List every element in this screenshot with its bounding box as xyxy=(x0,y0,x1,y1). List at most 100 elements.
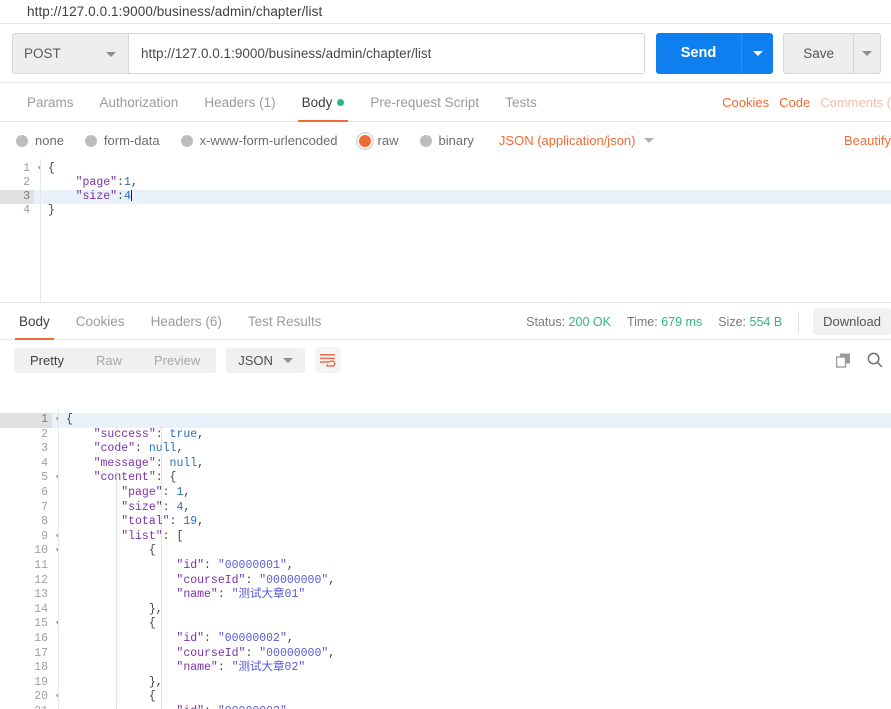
response-tab-headers[interactable]: Headers (6) xyxy=(138,303,235,339)
line-number: 15 xyxy=(0,617,52,632)
code-text: { xyxy=(66,617,156,631)
response-gutter-divider xyxy=(58,409,59,709)
line-number: 7 xyxy=(0,500,52,516)
response-tab-cookies[interactable]: Cookies xyxy=(63,303,138,339)
line-number: 2 xyxy=(0,427,52,443)
send-options-button[interactable] xyxy=(741,32,774,74)
line-number: 3 xyxy=(0,442,52,457)
search-button[interactable] xyxy=(867,352,883,368)
code-text: "courseId": "00000000", xyxy=(176,646,336,660)
response-view-preview[interactable]: Preview xyxy=(138,348,216,373)
request-body-editor[interactable]: 1 ▾{2 "page":1, 3 "size":4 4} xyxy=(0,159,891,303)
code-link[interactable]: Code xyxy=(779,95,810,110)
code-text: "size":4 xyxy=(75,190,132,203)
radio-icon xyxy=(16,134,28,147)
copy-button[interactable] xyxy=(836,353,851,368)
tab-body[interactable]: Body xyxy=(289,83,358,122)
beautify-action[interactable]: Beautify xyxy=(844,122,891,159)
line-number: 6 xyxy=(0,485,52,501)
response-body-lines: 1 ▾{2 "success": true, 3 "code": null, 4 "m… xyxy=(0,409,891,709)
time-value: 679 ms xyxy=(661,314,703,329)
radio-icon xyxy=(419,134,432,147)
response-tab-body[interactable]: Body xyxy=(6,303,63,340)
response-tab-test-results-label: Test Results xyxy=(247,313,322,329)
editor-line: 3 "size":4 xyxy=(0,190,891,204)
word-wrap-toggle[interactable] xyxy=(314,347,341,373)
request-tabs-actions: Cookies Code Comments ( xyxy=(722,83,891,122)
http-method-select[interactable]: POST xyxy=(12,32,128,74)
response-view-raw[interactable]: Raw xyxy=(80,348,138,373)
editor-line: 17 "courseId": "00000000", xyxy=(0,646,891,662)
editor-line: 2 "success": true, xyxy=(0,427,891,443)
body-type-form-data[interactable]: form-data xyxy=(84,133,160,148)
editor-line: 11 "id": "00000001", xyxy=(0,558,891,574)
response-tab-cookies-label: Cookies xyxy=(75,313,125,329)
line-number: 16 xyxy=(0,631,52,647)
text-cursor xyxy=(130,190,132,201)
url-input[interactable]: http://127.0.0.1:9000/business/admin/cha… xyxy=(128,32,645,74)
response-view-toolbar: Pretty Raw Preview JSON xyxy=(0,340,891,380)
request-title: http://127.0.0.1:9000/business/admin/cha… xyxy=(27,4,323,19)
save-button-group: Save xyxy=(783,32,881,74)
editor-line: 3 "code": null, xyxy=(0,442,891,457)
code-text: "page":1, xyxy=(75,176,138,189)
code-text: "code": null, xyxy=(93,442,184,456)
line-number: 19 xyxy=(0,675,52,691)
body-type-urlencoded[interactable]: x-www-form-urlencoded xyxy=(180,133,338,148)
send-button-group: Send xyxy=(655,32,774,74)
tab-headers[interactable]: Headers (1) xyxy=(191,83,288,121)
body-modified-dot-icon xyxy=(337,98,345,106)
editor-line: 4} xyxy=(0,204,891,218)
tab-headers-label: Headers (1) xyxy=(204,94,276,110)
response-body-editor[interactable]: 1 ▾{2 "success": true, 3 "code": null, 4 "m… xyxy=(0,409,891,709)
tab-authorization[interactable]: Authorization xyxy=(87,83,192,121)
code-text: { xyxy=(66,544,156,558)
postman-window: http://127.0.0.1:9000/business/admin/cha… xyxy=(0,0,891,709)
code-text: "name": "测试大章01" xyxy=(176,588,306,602)
body-type-form-data-label: form-data xyxy=(103,133,160,148)
body-type-raw[interactable]: raw xyxy=(358,133,399,148)
tab-pre-request-script[interactable]: Pre-request Script xyxy=(357,83,492,121)
body-type-none[interactable]: none xyxy=(16,133,64,148)
download-button[interactable]: Download xyxy=(813,308,891,335)
line-number: 13 xyxy=(0,588,52,603)
tab-params[interactable]: Params xyxy=(14,83,87,121)
body-type-binary[interactable]: binary xyxy=(419,133,474,148)
editor-line: 9 ▾ "list": [ xyxy=(0,529,891,545)
content-type-select[interactable]: JSON (application/json) xyxy=(499,133,655,148)
editor-line: 7 "size": 4, xyxy=(0,500,891,516)
editor-line: 10 ▾ { xyxy=(0,544,891,559)
radio-icon xyxy=(84,134,97,147)
line-number: 11 xyxy=(0,558,52,574)
editor-line: 18 "name": "测试大章02" xyxy=(0,661,891,676)
code-text: "id": "00000003", xyxy=(63,705,293,709)
line-number: 4 xyxy=(0,456,52,472)
status-label: Status: xyxy=(526,314,566,329)
cookies-link[interactable]: Cookies xyxy=(722,95,769,110)
line-number: 10 xyxy=(0,544,52,559)
chevron-down-icon xyxy=(752,50,763,56)
save-options-button[interactable] xyxy=(853,32,881,74)
line-number: 4 xyxy=(0,204,34,218)
response-format-value: JSON xyxy=(238,352,273,368)
response-tab-test-results[interactable]: Test Results xyxy=(235,303,335,339)
send-button[interactable]: Send xyxy=(655,32,742,74)
response-view-pretty[interactable]: Pretty xyxy=(14,347,80,373)
status-badge: Status: 200 OK xyxy=(526,315,611,329)
editor-line: 4 "message": null, xyxy=(0,456,891,472)
editor-line: 14 }, xyxy=(0,602,891,618)
save-button[interactable]: Save xyxy=(783,32,853,74)
comments-link[interactable]: Comments ( xyxy=(820,95,891,110)
tab-tests[interactable]: Tests xyxy=(492,83,550,121)
editor-gutter-divider xyxy=(40,159,41,302)
editor-line: 16 "id": "00000002", xyxy=(0,631,891,647)
tab-authorization-label: Authorization xyxy=(99,94,179,110)
code-text: { xyxy=(66,690,156,704)
code-text: "page": 1, xyxy=(121,485,191,499)
line-number: 14 xyxy=(0,602,52,618)
response-tab-body-label: Body xyxy=(19,313,50,329)
line-number: 9 xyxy=(0,529,52,545)
response-toolbar-actions xyxy=(836,340,883,380)
code-text: { xyxy=(48,162,55,175)
response-format-select[interactable]: JSON xyxy=(226,347,305,373)
